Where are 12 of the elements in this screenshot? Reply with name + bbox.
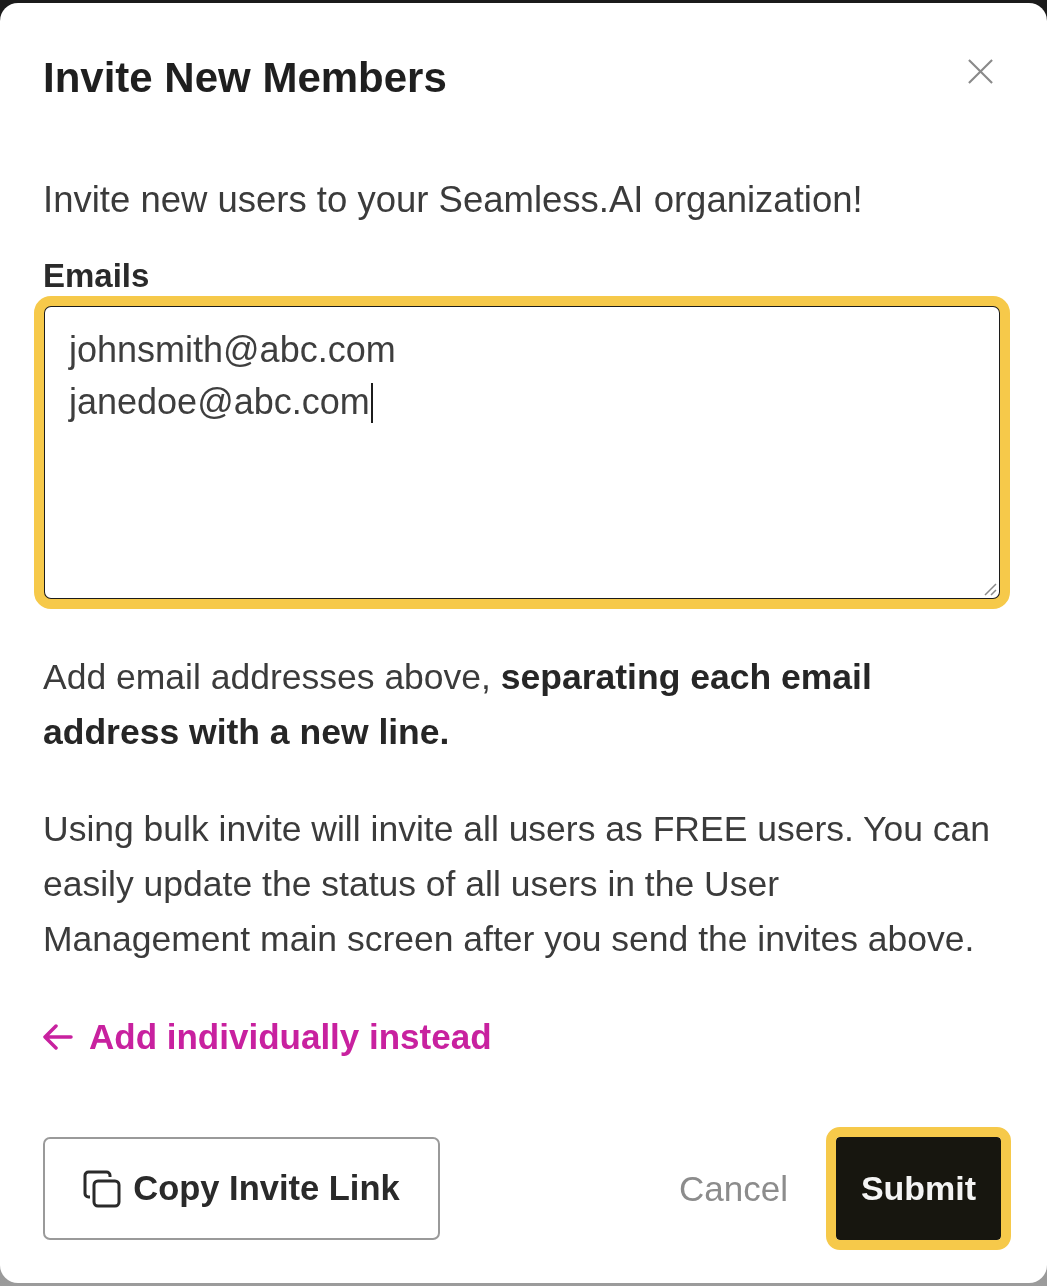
copy-invite-link-button[interactable]: Copy Invite Link: [43, 1137, 440, 1240]
close-icon: [967, 57, 994, 85]
help-text: Add email addresses above, separating each email address with a new line.: [43, 656, 873, 754]
dialog-title: Invite New Members: [43, 54, 447, 102]
resize-grip-icon[interactable]: [983, 582, 997, 596]
copy-icon: [83, 1169, 122, 1208]
help-text: Using bulk invite will invite all users as FREE users. You can easily update the status of all users in the User Management main screen after you send the invites above.: [43, 808, 992, 961]
intro-text: Invite new users to your Seamless.AI organization!: [43, 178, 864, 222]
emails-label: Emails: [43, 256, 151, 296]
close-button[interactable]: [967, 57, 994, 85]
add-individually-link[interactable]: Add individually instead: [43, 1013, 492, 1061]
left-arrow-icon: [43, 1024, 73, 1050]
